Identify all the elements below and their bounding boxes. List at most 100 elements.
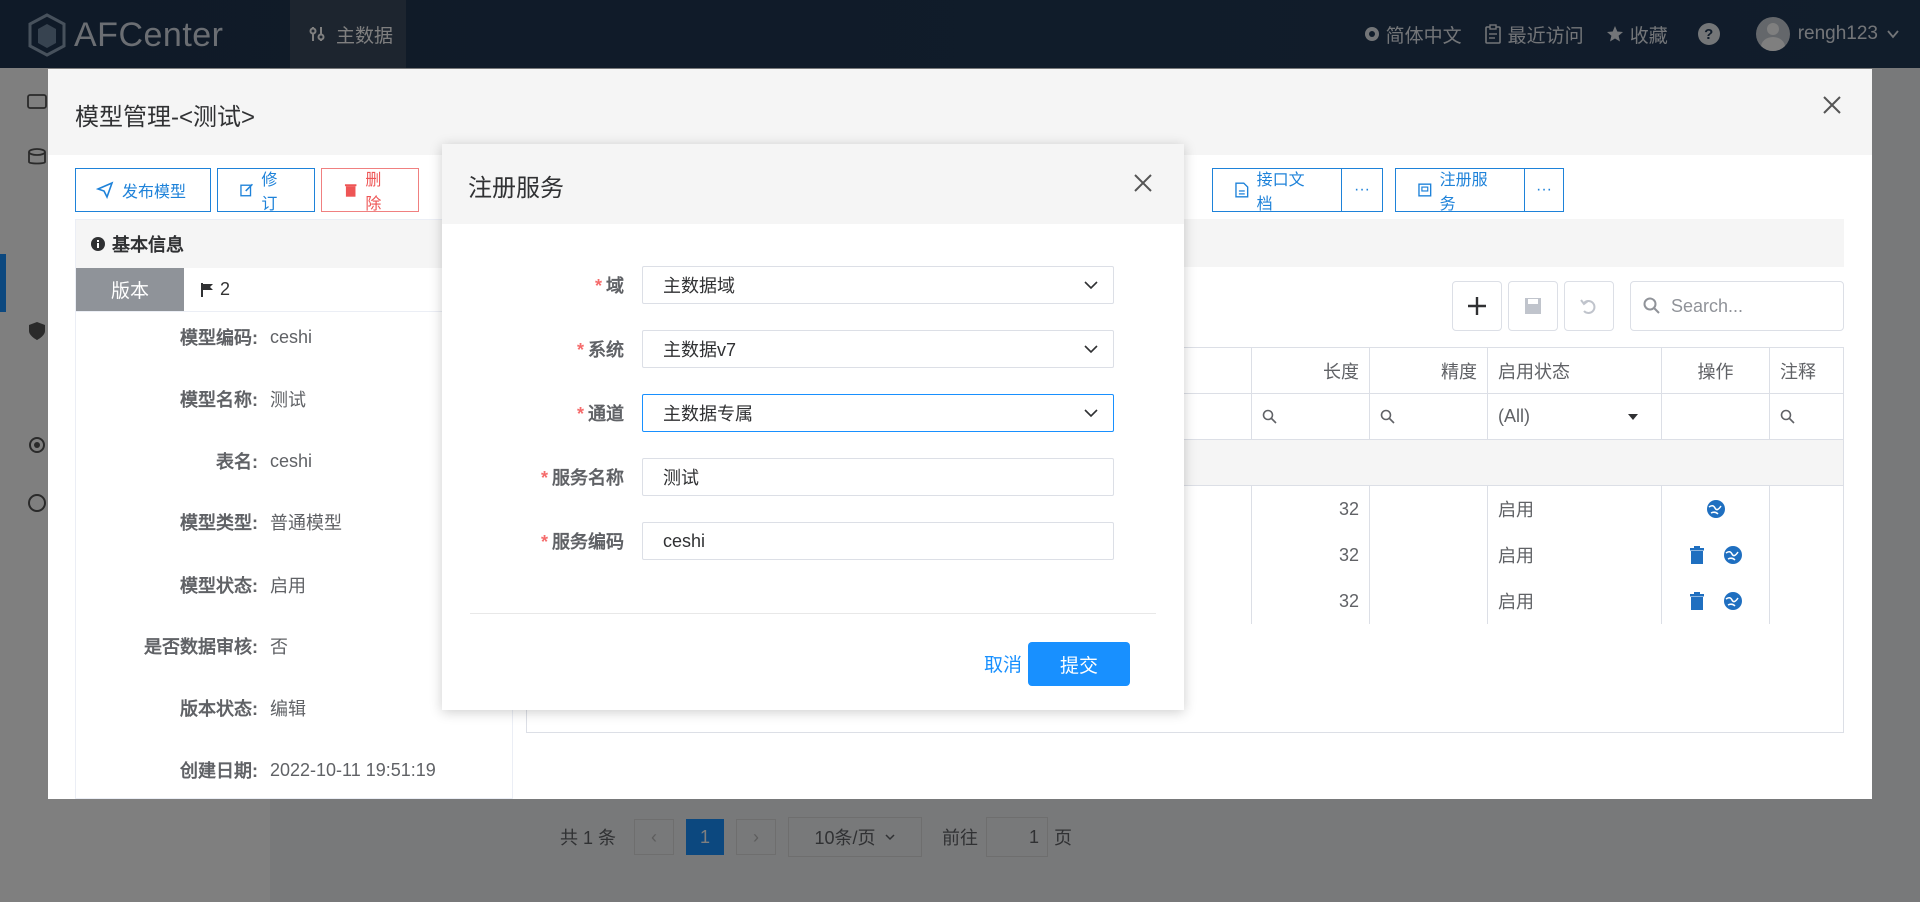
system-label: * 系统 [442, 336, 642, 362]
service-name-input[interactable]: 测试 [642, 458, 1114, 496]
domain-select[interactable]: 主数据域 [642, 266, 1114, 304]
channel-label: * 通道 [442, 400, 642, 426]
service-code-value: ceshi [663, 530, 706, 551]
submit-button[interactable]: 提交 [1028, 642, 1130, 686]
version-value-cell: 2 [184, 268, 230, 311]
service-name-label-text: 服务名称 [552, 468, 624, 488]
col-length[interactable]: 长度 [1251, 348, 1369, 393]
register-service-modal: 注册服务 * 域 主数据域 * 系统 主数据v7 * 通道 主数据专属 * 服务名称 测… [442, 144, 1184, 710]
field-value: 启用 [270, 576, 306, 596]
domain-label-text: 域 [606, 276, 624, 296]
trash-icon [344, 184, 357, 197]
send-icon [96, 181, 114, 199]
trash-icon[interactable] [1689, 546, 1705, 564]
cell-actions [1661, 532, 1769, 578]
model-modal-header: 模型管理-<测试> [48, 69, 1872, 155]
publish-model-button[interactable]: 发布模型 [75, 168, 211, 212]
cell-precision [1369, 532, 1487, 578]
system-label-text: 系统 [588, 340, 624, 360]
grid-search-placeholder: Search... [1671, 295, 1744, 316]
cell-length: 32 [1251, 532, 1369, 578]
form-row-service-code: * 服务编码 ceshi [442, 522, 1184, 560]
cell-precision [1369, 578, 1487, 624]
field-table-name: 表名: ceshi [76, 441, 496, 481]
cancel-button[interactable]: 取消 [978, 642, 1028, 684]
cell-precision [1369, 486, 1487, 532]
filter-precision[interactable] [1369, 394, 1487, 439]
filter-comment[interactable] [1769, 394, 1843, 439]
field-label: 模型状态: [180, 576, 258, 596]
field-label: 模型名称: [180, 390, 258, 410]
col-actions[interactable]: 操作 [1661, 348, 1769, 393]
field-label: 模型编码: [180, 328, 258, 348]
cell-status: 启用 [1487, 532, 1661, 578]
form-row-service-name: * 服务名称 测试 [442, 458, 1184, 496]
globe-icon[interactable] [1723, 545, 1743, 565]
cell-status: 启用 [1487, 486, 1661, 532]
required-mark: * [576, 404, 584, 424]
field-version-status: 版本状态: 编辑 [76, 688, 496, 728]
modal-footer-divider [470, 613, 1156, 614]
register-service-button[interactable]: 注册服务 [1395, 168, 1525, 213]
search-icon [1262, 409, 1277, 424]
api-doc-more-button[interactable]: ··· [1341, 168, 1383, 212]
cell-comment [1769, 578, 1843, 624]
filter-status-select[interactable]: (All) [1487, 394, 1661, 439]
field-label: 模型类型: [180, 513, 258, 533]
model-modal-title: 模型管理-<测试> [75, 104, 256, 131]
system-value: 主数据v7 [663, 340, 737, 360]
register-service-label: 注册服务 [1439, 172, 1488, 213]
service-name-label: * 服务名称 [442, 464, 642, 490]
field-value: ceshi [270, 326, 313, 347]
field-value: 2022-10-11 19:51:19 [270, 759, 436, 780]
search-icon [1380, 409, 1395, 424]
col-precision[interactable]: 精度 [1369, 348, 1487, 393]
info-icon [91, 237, 105, 251]
field-label: 是否数据审核: [144, 637, 258, 657]
trash-icon[interactable] [1689, 592, 1705, 610]
cell-actions [1661, 578, 1769, 624]
service-code-input[interactable]: ceshi [642, 522, 1114, 560]
chevron-down-icon [1084, 409, 1098, 418]
filter-length[interactable] [1251, 394, 1369, 439]
globe-icon[interactable] [1706, 499, 1726, 519]
basic-info-title: 基本信息 [112, 235, 184, 255]
register-modal-title: 注册服务 [468, 175, 564, 202]
api-doc-button[interactable]: 接口文档 [1212, 168, 1342, 213]
server-icon [1418, 183, 1432, 197]
col-comment[interactable]: 注释 [1769, 348, 1843, 393]
cell-length: 32 [1251, 578, 1369, 624]
close-icon[interactable] [1132, 172, 1154, 194]
save-grid-button[interactable] [1508, 281, 1558, 331]
service-code-label-text: 服务编码 [552, 532, 624, 552]
field-label: 创建日期: [180, 761, 258, 781]
col-status[interactable]: 启用状态 [1487, 348, 1661, 393]
undo-button[interactable] [1564, 281, 1614, 331]
api-doc-label: 接口文档 [1256, 172, 1305, 213]
caret-down-icon [1628, 413, 1638, 420]
edit-icon [240, 183, 253, 197]
filter-status-value: (All) [1498, 406, 1530, 426]
field-model-type: 模型类型: 普通模型 [76, 502, 496, 542]
field-data-audit: 是否数据审核: 否 [76, 626, 496, 666]
field-value: 测试 [270, 390, 306, 410]
close-icon[interactable] [1820, 93, 1844, 117]
field-label: 表名: [216, 452, 258, 472]
form-row-channel: * 通道 主数据专属 [442, 394, 1184, 432]
system-select[interactable]: 主数据v7 [642, 330, 1114, 368]
domain-value: 主数据域 [663, 276, 735, 296]
document-icon [1235, 182, 1249, 198]
delete-model-button[interactable]: 删除 [321, 168, 419, 213]
cell-actions [1661, 486, 1769, 532]
field-create-date: 创建日期: 2022-10-11 19:51:19 [76, 750, 496, 790]
grid-search-input[interactable]: Search... [1630, 281, 1844, 331]
field-value: 否 [270, 637, 288, 657]
add-row-button[interactable] [1452, 281, 1502, 331]
undo-icon [1580, 299, 1596, 314]
channel-select[interactable]: 主数据专属 [642, 394, 1114, 432]
revise-button[interactable]: 修订 [217, 168, 315, 213]
more-icon: ··· [1536, 181, 1552, 198]
globe-icon[interactable] [1723, 591, 1743, 611]
search-icon [1643, 297, 1660, 314]
register-more-button[interactable]: ··· [1524, 168, 1564, 212]
